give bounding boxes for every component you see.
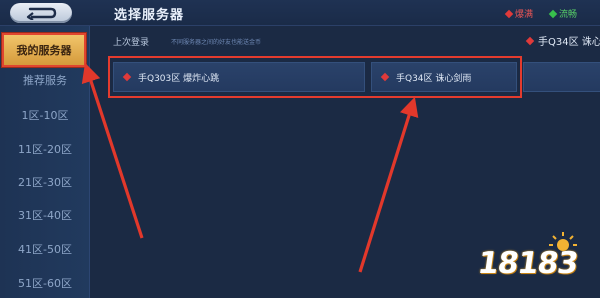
sidebar-item-recommended[interactable]: 推荐服务 [0, 63, 90, 97]
recent-server-name: 手Q34区 诛心剑雨 [538, 37, 600, 48]
sidebar-item-label: 41区-50区 [18, 243, 72, 256]
sidebar-item-31-40[interactable]: 31区-40区 [0, 198, 90, 232]
sidebar-item-1-10[interactable]: 1区-10区 [0, 98, 90, 132]
sidebar-item-51-60[interactable]: 51区-60区 [0, 266, 90, 298]
sidebar-item-label: 11区-20区 [18, 143, 72, 156]
recent-login-label: 上次登录 [113, 38, 150, 48]
page-title: 选择服务器 [114, 8, 185, 23]
highlight-box [108, 56, 522, 98]
recent-server[interactable]: 手Q34区 诛心剑雨 [525, 33, 600, 48]
sidebar-item-41-50[interactable]: 41区-50区 [0, 232, 90, 266]
server-card-partial[interactable] [523, 62, 600, 92]
sidebar-item-label: 51区-60区 [18, 277, 72, 290]
sidebar-item-21-30[interactable]: 21区-30区 [0, 165, 90, 199]
status-smooth-icon [548, 9, 558, 18]
legend-full: 爆满 [504, 7, 534, 20]
status-full-icon [504, 9, 514, 18]
watermark-logo: 18183 [475, 246, 580, 281]
legend-smooth: 流畅 [548, 7, 578, 20]
legend-smooth-label: 流畅 [559, 10, 578, 20]
sidebar-item-label: 推荐服务 [23, 74, 67, 87]
server-category-sidebar: 我的服务器 推荐服务 1区-10区 11区-20区 21区-30区 31区-40… [0, 26, 90, 298]
recent-login-tip: 不同服务器之间的好友也能送金币 [171, 39, 262, 46]
back-button[interactable] [10, 3, 72, 23]
sidebar-item-label: 我的服务器 [16, 44, 72, 57]
status-full-icon [525, 36, 535, 45]
legend-full-label: 爆满 [515, 10, 534, 20]
sidebar-item-11-20[interactable]: 11区-20区 [0, 132, 90, 166]
back-arrow-icon [26, 7, 57, 20]
sidebar-item-label: 21区-30区 [18, 176, 72, 189]
sidebar-item-label: 31区-40区 [18, 209, 72, 222]
sidebar-item-label: 1区-10区 [21, 109, 69, 122]
sidebar-item-my-servers[interactable]: 我的服务器 [2, 33, 86, 67]
top-bar: 选择服务器 爆满 流畅 [0, 0, 600, 26]
